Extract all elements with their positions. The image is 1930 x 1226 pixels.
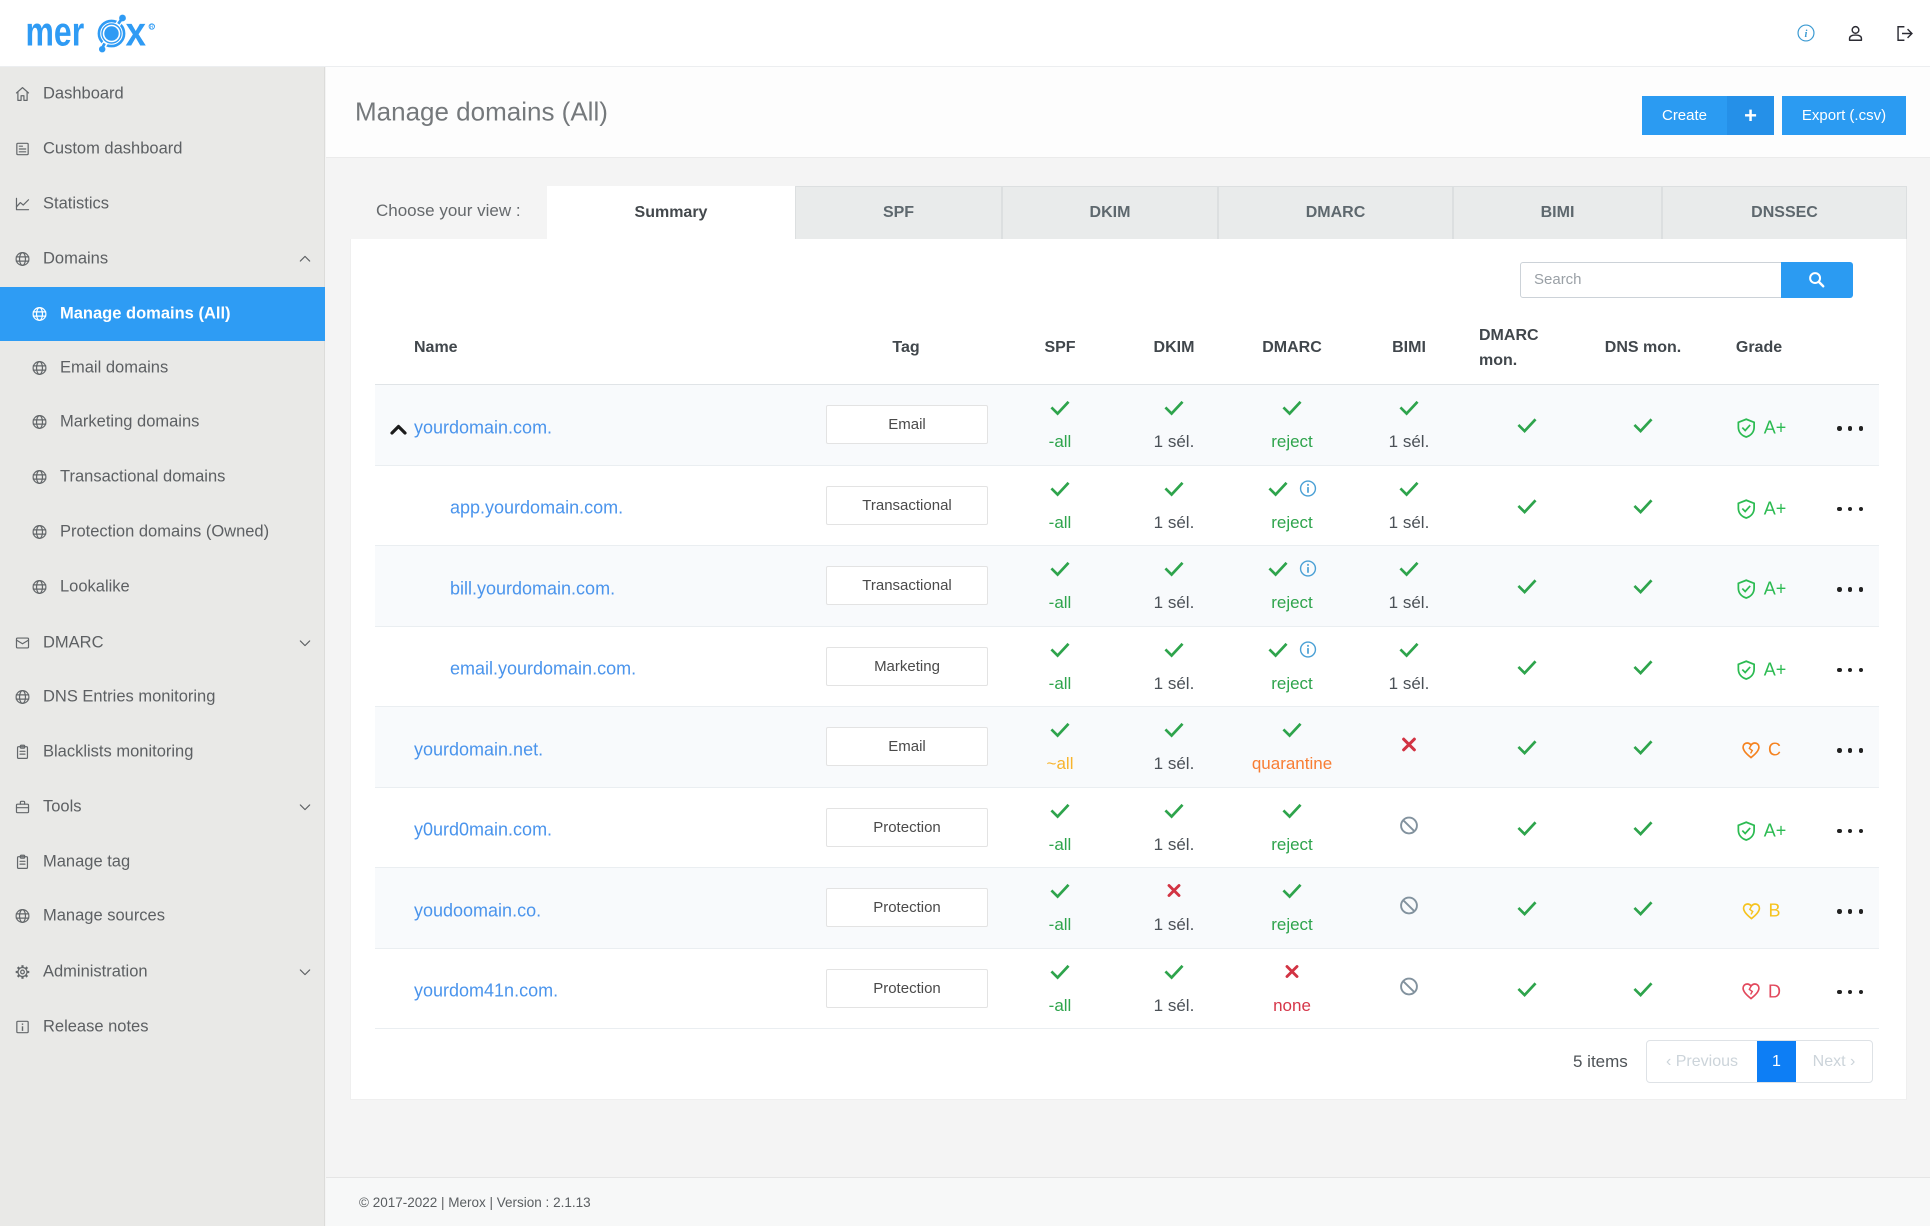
svg-text:x: x bbox=[126, 10, 147, 55]
svg-text:mer: mer bbox=[27, 9, 84, 55]
svg-text:i: i bbox=[1805, 29, 1808, 40]
svg-text:R: R bbox=[150, 24, 154, 30]
